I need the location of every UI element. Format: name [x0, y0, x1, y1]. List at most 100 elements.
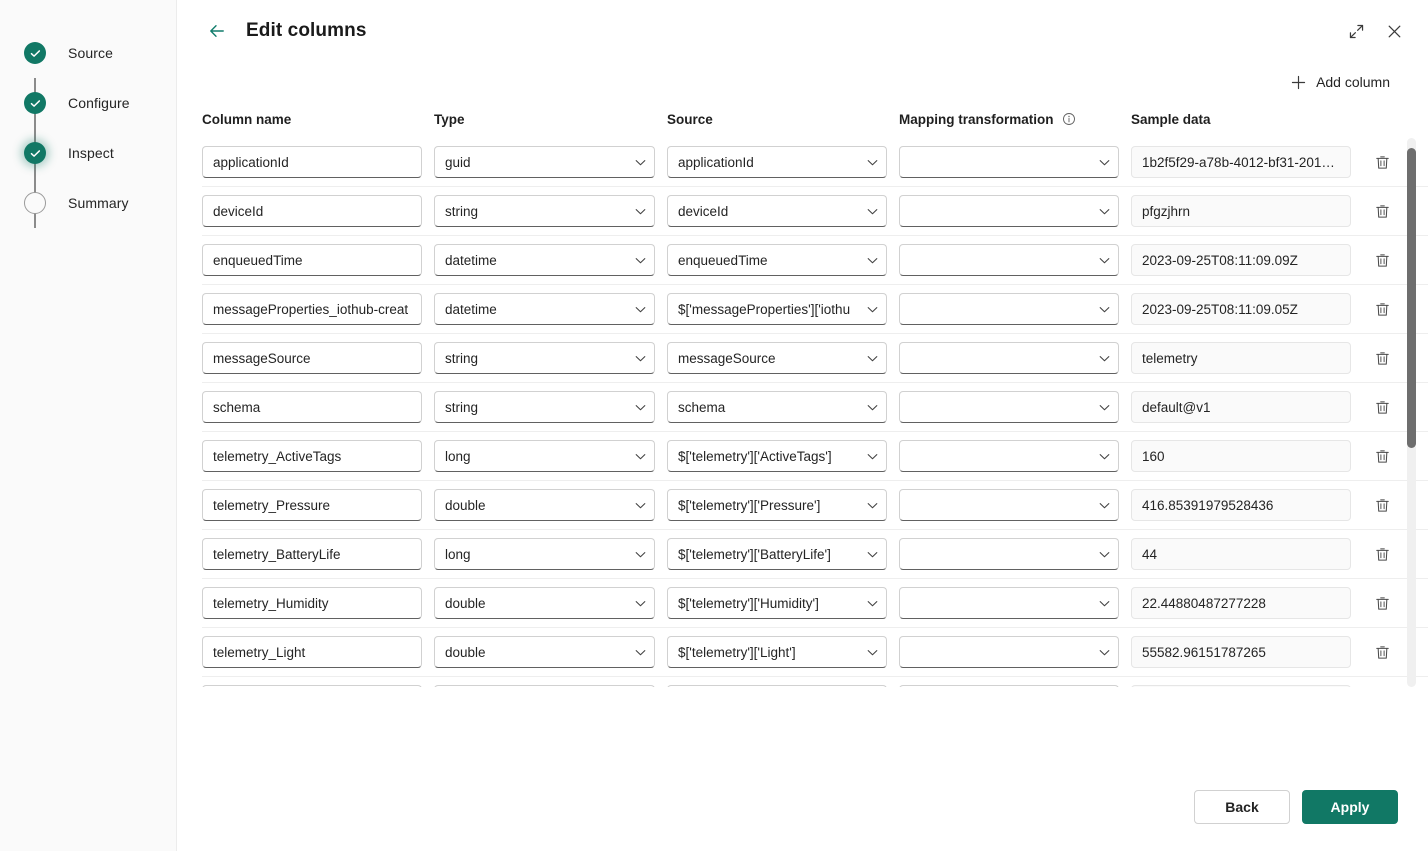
step-complete-icon: [24, 92, 46, 114]
type-select[interactable]: [434, 685, 655, 687]
expand-diagonal-icon[interactable]: [1340, 15, 1372, 47]
source-select[interactable]: $['telemetry']['Humidity']: [667, 587, 887, 619]
source-select[interactable]: schema: [667, 391, 887, 423]
type-select[interactable]: double: [434, 636, 655, 668]
close-icon[interactable]: [1378, 15, 1410, 47]
type-select[interactable]: string: [434, 391, 655, 423]
trash-icon[interactable]: [1367, 441, 1397, 471]
chevron-down-icon: [1097, 498, 1112, 513]
type-select[interactable]: long: [434, 440, 655, 472]
trash-icon[interactable]: [1367, 294, 1397, 324]
source-value: $['telemetry']['BatteryLife']: [678, 546, 831, 562]
header-type: Type: [434, 111, 465, 127]
table-rows-viewport: applicationId guid applicationId 1b2f5f29-a…: [202, 138, 1428, 687]
type-value: long: [445, 546, 471, 562]
stepper-item-configure[interactable]: Configure: [0, 78, 176, 128]
mapping-transformation-select[interactable]: [899, 195, 1119, 227]
column-name-input[interactable]: telemetry_BatteryLife: [202, 538, 422, 570]
add-column-button[interactable]: Add column: [1282, 68, 1398, 97]
column-name-input[interactable]: schema: [202, 391, 422, 423]
sample-data-field: 2023-09-25T08:11:09.05Z: [1131, 293, 1351, 325]
column-name-value: messageProperties_iothub-creat: [213, 301, 409, 317]
column-name-input[interactable]: enqueuedTime: [202, 244, 422, 276]
column-name-value: schema: [213, 399, 261, 415]
chevron-down-icon: [1097, 204, 1112, 219]
mapping-transformation-select[interactable]: [899, 587, 1119, 619]
sample-data-field: 160: [1131, 440, 1351, 472]
stepper-item-inspect[interactable]: Inspect: [0, 128, 176, 178]
type-select[interactable]: double: [434, 587, 655, 619]
step-complete-icon: [24, 42, 46, 64]
column-name-input[interactable]: applicationId: [202, 146, 422, 178]
trash-icon[interactable]: [1367, 147, 1397, 177]
trash-icon[interactable]: [1367, 343, 1397, 373]
source-select[interactable]: $['telemetry']['Light']: [667, 636, 887, 668]
column-name-input[interactable]: telemetry_ActiveTags: [202, 440, 422, 472]
table-body: applicationId guid applicationId 1b2f5f29-a…: [202, 138, 1428, 687]
mapping-transformation-select[interactable]: [899, 538, 1119, 570]
source-select[interactable]: $['telemetry']['BatteryLife']: [667, 538, 887, 570]
type-select[interactable]: string: [434, 195, 655, 227]
chevron-down-icon: [865, 547, 880, 562]
trash-icon[interactable]: [1367, 392, 1397, 422]
column-name-input[interactable]: deviceId: [202, 195, 422, 227]
stepper-item-summary[interactable]: Summary: [0, 178, 176, 228]
stepper-label-inspect: Inspect: [68, 145, 114, 161]
source-select[interactable]: $['telemetry']['ActiveTags']: [667, 440, 887, 472]
source-select[interactable]: deviceId: [667, 195, 887, 227]
chevron-down-icon: [1097, 596, 1112, 611]
header-source: Source: [667, 111, 713, 127]
trash-icon[interactable]: [1367, 245, 1397, 275]
info-icon[interactable]: [1062, 112, 1076, 126]
table-vertical-scrollbar[interactable]: [1407, 138, 1416, 687]
apply-button[interactable]: Apply: [1302, 790, 1398, 824]
source-select[interactable]: $['telemetry']['Pressure']: [667, 489, 887, 521]
mapping-transformation-select[interactable]: [899, 293, 1119, 325]
source-select[interactable]: $['messageProperties']['iothu: [667, 293, 887, 325]
table-row: messageSource string messageSource telemetr…: [202, 334, 1428, 383]
column-name-input[interactable]: messageSource: [202, 342, 422, 374]
trash-icon[interactable]: [1367, 588, 1397, 618]
mapping-transformation-select[interactable]: [899, 636, 1119, 668]
source-select[interactable]: messageSource: [667, 342, 887, 374]
mapping-transformation-select[interactable]: [899, 244, 1119, 276]
trash-icon[interactable]: [1367, 637, 1397, 667]
mapping-transformation-select[interactable]: [899, 489, 1119, 521]
mapping-transformation-select[interactable]: [899, 440, 1119, 472]
sample-data-field: 1b2f5f29-a78b-4012-bf31-201…: [1131, 146, 1351, 178]
trash-icon[interactable]: [1367, 196, 1397, 226]
trash-icon[interactable]: [1367, 686, 1397, 687]
page-title: Edit columns: [246, 20, 367, 41]
type-select[interactable]: datetime: [434, 244, 655, 276]
trash-icon[interactable]: [1367, 539, 1397, 569]
column-name-input[interactable]: messageProperties_iothub-creat: [202, 293, 422, 325]
source-select[interactable]: applicationId: [667, 146, 887, 178]
trash-icon[interactable]: [1367, 490, 1397, 520]
mapping-transformation-select[interactable]: [899, 685, 1119, 687]
column-name-input[interactable]: telemetry_Humidity: [202, 587, 422, 619]
scrollbar-thumb[interactable]: [1407, 148, 1416, 448]
column-name-input[interactable]: [202, 685, 422, 687]
type-select[interactable]: guid: [434, 146, 655, 178]
table-row: telemetry_ActiveTags long $['telemetry']['…: [202, 432, 1428, 481]
back-button[interactable]: Back: [1194, 790, 1290, 824]
mapping-transformation-select[interactable]: [899, 342, 1119, 374]
type-select[interactable]: long: [434, 538, 655, 570]
table-row: schema string schema default@v1: [202, 383, 1428, 432]
type-value: guid: [445, 154, 471, 170]
type-select[interactable]: datetime: [434, 293, 655, 325]
mapping-transformation-select[interactable]: [899, 391, 1119, 423]
columns-table: Column name Type Source Mapping transfor…: [177, 102, 1428, 763]
column-name-input[interactable]: telemetry_Pressure: [202, 489, 422, 521]
table-row: messageProperties_iothub-creat datetime $[…: [202, 285, 1428, 334]
back-arrow-icon[interactable]: [202, 16, 232, 46]
table-row: enqueuedTime datetime enqueuedTime 2023-09-…: [202, 236, 1428, 285]
stepper-item-source[interactable]: Source: [0, 28, 176, 78]
mapping-transformation-select[interactable]: [899, 146, 1119, 178]
chevron-down-icon: [865, 498, 880, 513]
source-select[interactable]: [667, 685, 887, 687]
type-select[interactable]: double: [434, 489, 655, 521]
column-name-input[interactable]: telemetry_Light: [202, 636, 422, 668]
source-select[interactable]: enqueuedTime: [667, 244, 887, 276]
type-select[interactable]: string: [434, 342, 655, 374]
